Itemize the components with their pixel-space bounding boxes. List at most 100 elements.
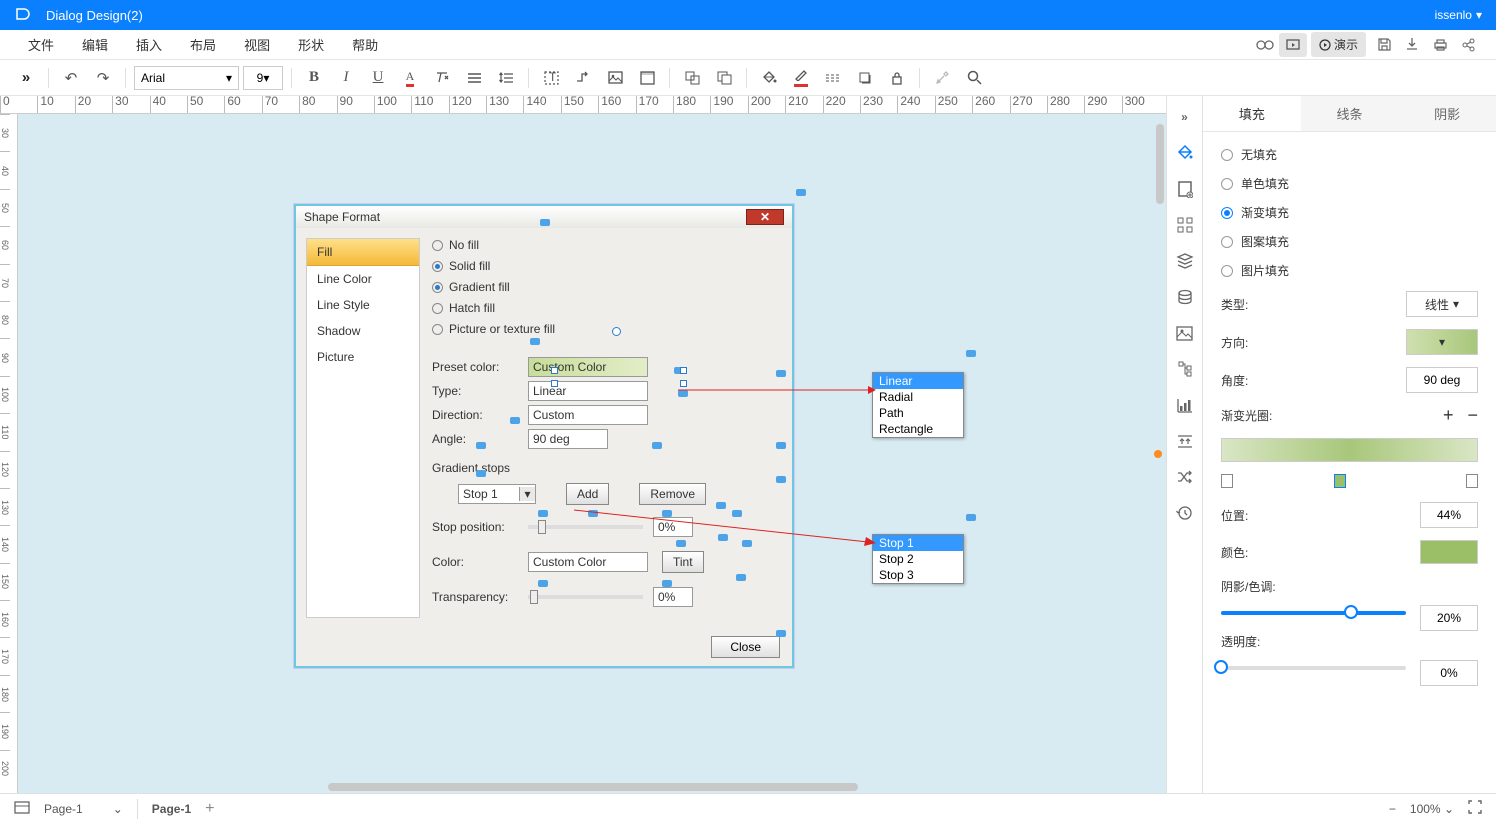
add-button[interactable]: Add [566, 483, 609, 505]
slideshow-icon[interactable] [1279, 33, 1307, 57]
nav-shadow[interactable]: Shadow [307, 318, 419, 344]
preset-color-select[interactable]: Custom Color [528, 357, 648, 377]
selection-handle[interactable] [538, 510, 548, 517]
ptype-select[interactable]: 线性▾ [1406, 291, 1478, 317]
selection-handle[interactable] [796, 189, 806, 196]
add-page-icon[interactable]: + [205, 800, 214, 818]
page-list-icon[interactable] [14, 801, 30, 817]
image-icon[interactable] [601, 64, 629, 92]
canvas[interactable]: Shape Format ✕ Fill Line Color Line Styl… [18, 114, 1166, 793]
italic-icon[interactable]: I [332, 64, 360, 92]
selection-handle[interactable] [966, 350, 976, 357]
redo-icon[interactable]: ↷ [89, 64, 117, 92]
gradient-stop[interactable] [1466, 474, 1478, 488]
fill-color-icon[interactable] [755, 64, 783, 92]
chart-tool-icon[interactable] [1174, 394, 1196, 416]
page-select[interactable]: Page-1⌄ [44, 802, 123, 816]
pcolor-swatch[interactable] [1420, 540, 1478, 564]
pangle-input[interactable] [1406, 367, 1478, 393]
gradient-stop[interactable] [1221, 474, 1233, 488]
popup-item-stop2[interactable]: Stop 2 [873, 551, 963, 567]
stop-position-input[interactable]: 0% [653, 517, 693, 537]
tree-tool-icon[interactable] [1174, 358, 1196, 380]
radio-picture-fill[interactable]: Picture or texture fill [432, 322, 782, 336]
selection-handle[interactable] [742, 540, 752, 547]
hscroll-thumb[interactable] [328, 783, 858, 791]
selection-handle[interactable] [662, 510, 672, 517]
resize-handle[interactable] [680, 367, 687, 374]
group-icon[interactable] [678, 64, 706, 92]
selection-handle[interactable] [652, 442, 662, 449]
radio-gradient-fill[interactable]: Gradient fill [432, 280, 782, 294]
selection-handle[interactable] [966, 514, 976, 521]
shuffle-tool-icon[interactable] [1174, 466, 1196, 488]
save-icon[interactable] [1370, 33, 1398, 57]
angle-input[interactable]: 90 deg [528, 429, 608, 449]
bold-icon[interactable]: B [300, 64, 328, 92]
selection-handle[interactable] [540, 219, 550, 226]
selection-handle[interactable] [588, 510, 598, 517]
selection-handle[interactable] [776, 442, 786, 449]
menu-help[interactable]: 帮助 [338, 35, 392, 54]
zoom-level[interactable]: 100% ⌄ [1410, 802, 1454, 816]
pradio-image[interactable]: 图片填充 [1221, 262, 1478, 279]
direction-select[interactable]: Custom [528, 405, 648, 425]
arrange-icon[interactable] [710, 64, 738, 92]
popup-item-stop1[interactable]: Stop 1 [873, 535, 963, 551]
selection-handle[interactable] [776, 630, 786, 637]
shade-slider[interactable] [1221, 611, 1406, 615]
radio-solid-fill[interactable]: Solid fill [432, 259, 782, 273]
expand-toolbar-icon[interactable]: » [12, 64, 40, 92]
close-button[interactable]: Close [711, 636, 780, 658]
gradient-track[interactable] [1221, 470, 1478, 488]
selection-handle[interactable] [662, 580, 672, 587]
popup-item-stop3[interactable]: Stop 3 [873, 567, 963, 583]
spacing-tool-icon[interactable] [1174, 430, 1196, 452]
lock-icon[interactable] [883, 64, 911, 92]
font-size-select[interactable]: 9 ▾ [243, 66, 283, 90]
nav-line-color[interactable]: Line Color [307, 266, 419, 292]
data-tool-icon[interactable] [1174, 286, 1196, 308]
grid-tool-icon[interactable] [1174, 214, 1196, 236]
stop-position-slider[interactable] [528, 525, 643, 529]
page-tab[interactable]: Page-1 [152, 802, 191, 816]
selection-handle[interactable] [776, 476, 786, 483]
fullscreen-icon[interactable] [1468, 800, 1482, 817]
tools-icon[interactable] [928, 64, 956, 92]
align-icon[interactable] [460, 64, 488, 92]
connector-icon[interactable] [569, 64, 597, 92]
user-menu[interactable]: issenlo▾ [1435, 8, 1482, 22]
stop-select[interactable]: Stop 1▾ [458, 484, 536, 504]
nav-fill[interactable]: Fill [307, 239, 419, 266]
nav-line-style[interactable]: Line Style [307, 292, 419, 318]
close-icon[interactable]: ✕ [746, 209, 784, 225]
selection-handle[interactable] [718, 534, 728, 541]
menu-insert[interactable]: 插入 [122, 35, 176, 54]
underline-icon[interactable]: U [364, 64, 392, 92]
popup-item-radial[interactable]: Radial [873, 389, 963, 405]
print-icon[interactable] [1426, 33, 1454, 57]
selection-handle[interactable] [776, 370, 786, 377]
page-tool-icon[interactable] [1174, 178, 1196, 200]
tab-line[interactable]: 线条 [1301, 96, 1399, 131]
radio-no-fill[interactable]: No fill [432, 238, 782, 252]
brainstorm-icon[interactable] [1251, 33, 1279, 57]
menu-layout[interactable]: 布局 [176, 35, 230, 54]
line-color-icon[interactable] [787, 64, 815, 92]
zoom-out-icon[interactable]: − [1389, 802, 1396, 816]
menu-file[interactable]: 文件 [14, 35, 68, 54]
clear-format-icon[interactable] [428, 64, 456, 92]
container-icon[interactable] [633, 64, 661, 92]
pshade-input[interactable] [1420, 605, 1478, 631]
layers-tool-icon[interactable] [1174, 250, 1196, 272]
ptransp-input[interactable] [1420, 660, 1478, 686]
menu-view[interactable]: 视图 [230, 35, 284, 54]
selection-handle[interactable] [732, 510, 742, 517]
resize-handle[interactable] [680, 380, 687, 387]
popup-item-rectangle[interactable]: Rectangle [873, 421, 963, 437]
type-select[interactable]: Linear [528, 381, 648, 401]
font-family-select[interactable]: Arial▾ [134, 66, 239, 90]
tint-button[interactable]: Tint [662, 551, 704, 573]
radio-hatch-fill[interactable]: Hatch fill [432, 301, 782, 315]
share-icon[interactable] [1454, 33, 1482, 57]
